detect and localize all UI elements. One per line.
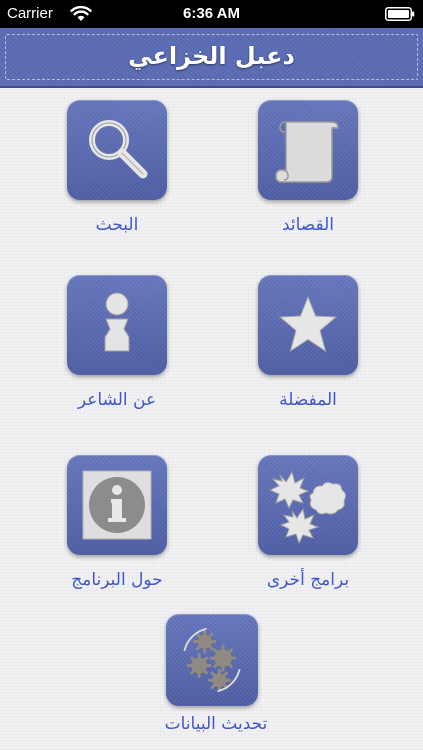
burst-icon (268, 470, 347, 545)
tile-about-poet-icon-box[interactable] (67, 275, 167, 375)
star-icon (278, 295, 338, 353)
tile-search-label[interactable]: البحث (37, 215, 197, 235)
tile-poems-icon-box[interactable] (258, 100, 358, 200)
tile-about-poet-label[interactable]: عن الشاعر (37, 390, 197, 410)
nav-bar: دعبل الخزاعي (0, 28, 423, 88)
tile-update-data-label[interactable]: تحديث البيانات (136, 714, 296, 734)
tile-favorites-icon-box[interactable] (258, 275, 358, 375)
tile-favorites-label[interactable]: المفضلة (228, 390, 388, 410)
tile-search-icon-box[interactable] (67, 100, 167, 200)
status-time: 6:36 AM (183, 5, 240, 22)
battery-icon (385, 7, 415, 21)
tile-about-app-label[interactable]: حول البرنامج (37, 570, 197, 590)
person-icon (104, 292, 130, 352)
tile-update-data-icon-box[interactable] (166, 614, 258, 706)
magnifier-icon (89, 120, 148, 179)
tile-other-apps-icon-box[interactable] (258, 455, 358, 555)
tile-poems-label[interactable]: القصائد (228, 215, 388, 235)
tile-other-apps-label[interactable]: برامج أخرى (228, 570, 388, 590)
scroll-icon (275, 121, 339, 183)
tile-about-app-icon-box[interactable] (67, 455, 167, 555)
gears-icon (183, 627, 241, 693)
page-title: دعبل الخزاعي (128, 42, 295, 70)
info-icon (82, 470, 152, 540)
status-bar: Carrier 6:36 AM (0, 0, 423, 28)
